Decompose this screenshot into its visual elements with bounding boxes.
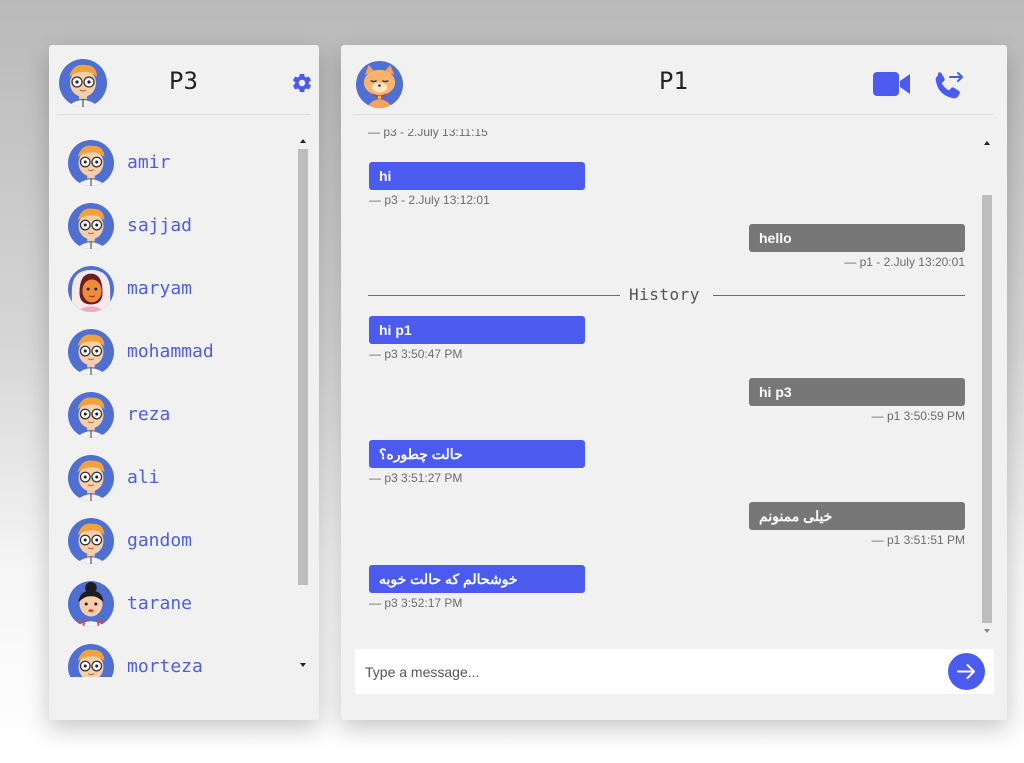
contact-item[interactable]: morteza [68,644,288,677]
message-incoming: hi — p3 - 2.July 13:12:01 [369,162,585,207]
contacts-panel: P3 amir sajjad maryam mohammad reza ali … [49,45,319,720]
boy-glasses-avatar [68,140,114,186]
message-bubble: hi [369,162,585,190]
scrollbar-thumb[interactable] [982,195,992,623]
girl-hijab-avatar [68,266,114,312]
gear-icon[interactable] [291,72,313,94]
send-button[interactable] [948,653,985,690]
message-meta: — p3 - 2.July 13:12:01 [369,193,490,207]
message-composer [355,649,994,694]
profile-header: P3 [57,45,313,115]
arrow-right-icon [957,664,975,679]
contact-item[interactable]: maryam [68,266,288,316]
contact-name: amir [127,152,171,173]
chat-panel: P1 — p3 - 2.July 13:11:15 hi — p3 - 2.Ju… [341,45,1007,720]
message-incoming: hi p1 — p3 3:50:47 PM [369,316,585,361]
contact-name: reza [127,404,171,425]
history-label: History [629,285,700,304]
message-meta: — p3 3:50:47 PM [369,347,463,361]
message-bubble: hi p1 [369,316,585,344]
contact-item[interactable]: gandom [68,518,288,568]
video-camera-icon[interactable] [873,69,911,99]
message-area: — p3 - 2.July 13:11:15 hi — p3 - 2.July … [353,129,993,639]
history-separator: History [368,285,965,305]
boy-glasses-avatar [68,329,114,375]
contact-name: morteza [127,656,203,677]
message-input[interactable] [355,649,935,694]
contact-item[interactable]: amir [68,140,288,190]
girl-bun-avatar [68,581,114,627]
message-outgoing: hello — p1 - 2.July 13:20:01 [749,224,965,269]
contact-item[interactable]: tarane [68,581,288,631]
scroll-up-arrow-icon[interactable] [983,139,991,147]
contact-name: mohammad [127,341,214,362]
boy-glasses-avatar [68,203,114,249]
contact-list-scrollbar[interactable] [297,137,309,677]
message-bubble: hello [749,224,965,252]
contact-name: gandom [127,530,193,551]
contact-name: sajjad [127,215,193,236]
current-user-name: P3 [169,67,198,95]
message-outgoing: hi p3 — p1 3:50:59 PM [749,378,965,423]
contact-name: ali [127,467,160,488]
message-incoming: خوشحالم که حالت خوبه — p3 3:52:17 PM [369,565,585,610]
message-meta-partial: — p3 - 2.July 13:11:15 [368,129,488,139]
message-meta: — p1 3:50:59 PM [871,409,965,423]
message-area-scrollbar[interactable] [981,139,993,639]
message-bubble: حالت چطوره؟ [369,440,585,468]
message-incoming: حالت چطوره؟ — p3 3:51:27 PM [369,440,585,485]
message-meta: — p3 3:51:27 PM [369,471,463,485]
message-bubble: خوشحالم که حالت خوبه [369,565,585,593]
phone-call-icon[interactable] [929,69,965,105]
boy-glasses-avatar [68,455,114,501]
contact-item[interactable]: reza [68,392,288,442]
contact-list: amir sajjad maryam mohammad reza ali gan… [49,137,299,677]
contact-item[interactable]: ali [68,455,288,505]
contact-name: tarane [127,593,193,614]
separator-line [713,295,965,296]
message-meta: — p3 - 2.July 13:11:15 [368,129,488,139]
scroll-up-arrow-icon[interactable] [299,137,307,145]
scroll-down-arrow-icon[interactable] [299,661,307,669]
scrollbar-thumb[interactable] [298,149,308,585]
message-bubble: خیلی ممنونم [749,502,965,530]
message-meta: — p3 3:52:17 PM [369,596,463,610]
boy-glasses-avatar [68,392,114,438]
contact-item[interactable]: sajjad [68,203,288,253]
boy-glasses-avatar [68,518,114,564]
contact-name: maryam [127,278,193,299]
contact-item[interactable]: mohammad [68,329,288,379]
message-bubble: hi p3 [749,378,965,406]
message-meta: — p1 - 2.July 13:20:01 [844,255,965,269]
boy-glasses-avatar [68,644,114,677]
message-outgoing: خیلی ممنونم — p1 3:51:51 PM [749,502,965,547]
message-meta: — p1 3:51:51 PM [871,533,965,547]
chat-header: P1 [353,45,994,115]
scroll-down-arrow-icon[interactable] [983,627,991,635]
separator-line [368,295,620,296]
